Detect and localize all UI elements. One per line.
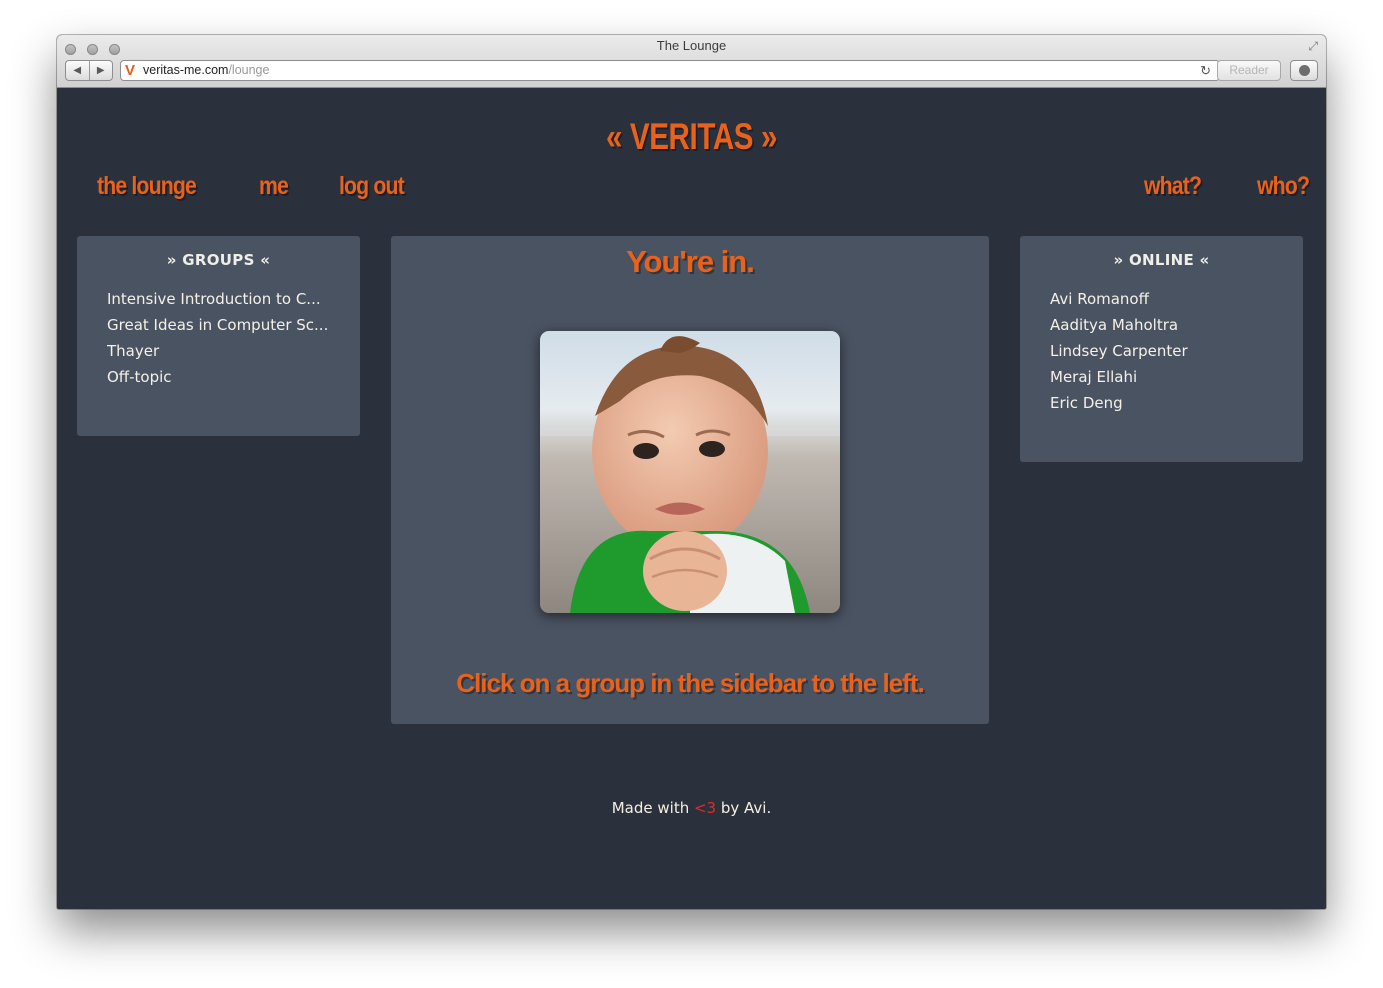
heart-text: <3 bbox=[693, 799, 717, 817]
online-panel: » ONLINE « Avi Romanoff Aaditya Maholtra… bbox=[1020, 236, 1303, 462]
groups-list: Intensive Introduction to C... Great Ide… bbox=[77, 286, 360, 390]
browser-window: The Lounge ⤢ ◀ ▶ V veritas-me.com/lounge… bbox=[57, 35, 1326, 909]
online-user[interactable]: Eric Deng bbox=[1050, 390, 1275, 416]
nav-link-logout[interactable]: log out bbox=[339, 172, 405, 201]
forward-button[interactable]: ▶ bbox=[90, 61, 113, 80]
nav-left: the lounge me log out bbox=[97, 172, 416, 201]
fullscreen-icon[interactable]: ⤢ bbox=[1308, 39, 1318, 54]
downloads-button[interactable] bbox=[1290, 60, 1318, 81]
instruction-text: Click on a group in the sidebar to the l… bbox=[456, 668, 924, 698]
back-button[interactable]: ◀ bbox=[66, 61, 90, 80]
nav-link-me[interactable]: me bbox=[259, 172, 289, 201]
site-logo[interactable]: « VERITAS » bbox=[184, 116, 1199, 158]
window-title: The Lounge bbox=[656, 38, 727, 53]
group-item[interactable]: Off-topic bbox=[107, 364, 332, 390]
site-favicon: V bbox=[125, 62, 136, 79]
footer: Made with <3 by Avi. bbox=[57, 799, 1326, 817]
welcome-title: You're in. bbox=[626, 244, 755, 279]
online-heading: » ONLINE « bbox=[1113, 251, 1210, 269]
group-item[interactable]: Thayer bbox=[107, 338, 332, 364]
baby-photo-illustration bbox=[540, 331, 840, 613]
reader-button[interactable]: Reader bbox=[1217, 60, 1281, 81]
downloads-icon bbox=[1298, 65, 1310, 76]
browser-chrome: The Lounge ⤢ ◀ ▶ V veritas-me.com/lounge… bbox=[57, 35, 1326, 88]
groups-heading: » GROUPS « bbox=[166, 251, 271, 269]
online-users-list: Avi Romanoff Aaditya Maholtra Lindsey Ca… bbox=[1020, 286, 1303, 416]
nav-link-lounge[interactable]: the lounge bbox=[97, 172, 197, 201]
url-text: veritas-me.com/lounge bbox=[143, 61, 269, 80]
nav-link-what[interactable]: what? bbox=[1144, 172, 1202, 201]
groups-panel: » GROUPS « Intensive Introduction to C..… bbox=[77, 236, 360, 436]
address-bar[interactable]: V veritas-me.com/lounge ↻ bbox=[120, 60, 1220, 81]
nav-right: what? who? bbox=[1144, 172, 1318, 201]
online-user[interactable]: Lindsey Carpenter bbox=[1050, 338, 1275, 364]
history-buttons: ◀ ▶ bbox=[65, 60, 113, 81]
group-item[interactable]: Intensive Introduction to C... bbox=[107, 286, 332, 312]
page-content: « VERITAS » the lounge me log out what? … bbox=[57, 88, 1326, 909]
footer-prefix: Made with bbox=[611, 799, 694, 817]
main-panel: You're in. Click on a group in the sideb… bbox=[391, 236, 989, 724]
online-user[interactable]: Meraj Ellahi bbox=[1050, 364, 1275, 390]
group-item[interactable]: Great Ideas in Computer Sc... bbox=[107, 312, 332, 338]
footer-suffix: by Avi. bbox=[716, 799, 772, 817]
url-host: veritas-me.com bbox=[143, 63, 229, 77]
online-user[interactable]: Avi Romanoff bbox=[1050, 286, 1275, 312]
nav-link-who[interactable]: who? bbox=[1257, 172, 1310, 201]
online-user[interactable]: Aaditya Maholtra bbox=[1050, 312, 1275, 338]
success-kid-image bbox=[540, 331, 840, 613]
reload-icon[interactable]: ↻ bbox=[1200, 61, 1211, 80]
url-path: /lounge bbox=[228, 63, 270, 77]
